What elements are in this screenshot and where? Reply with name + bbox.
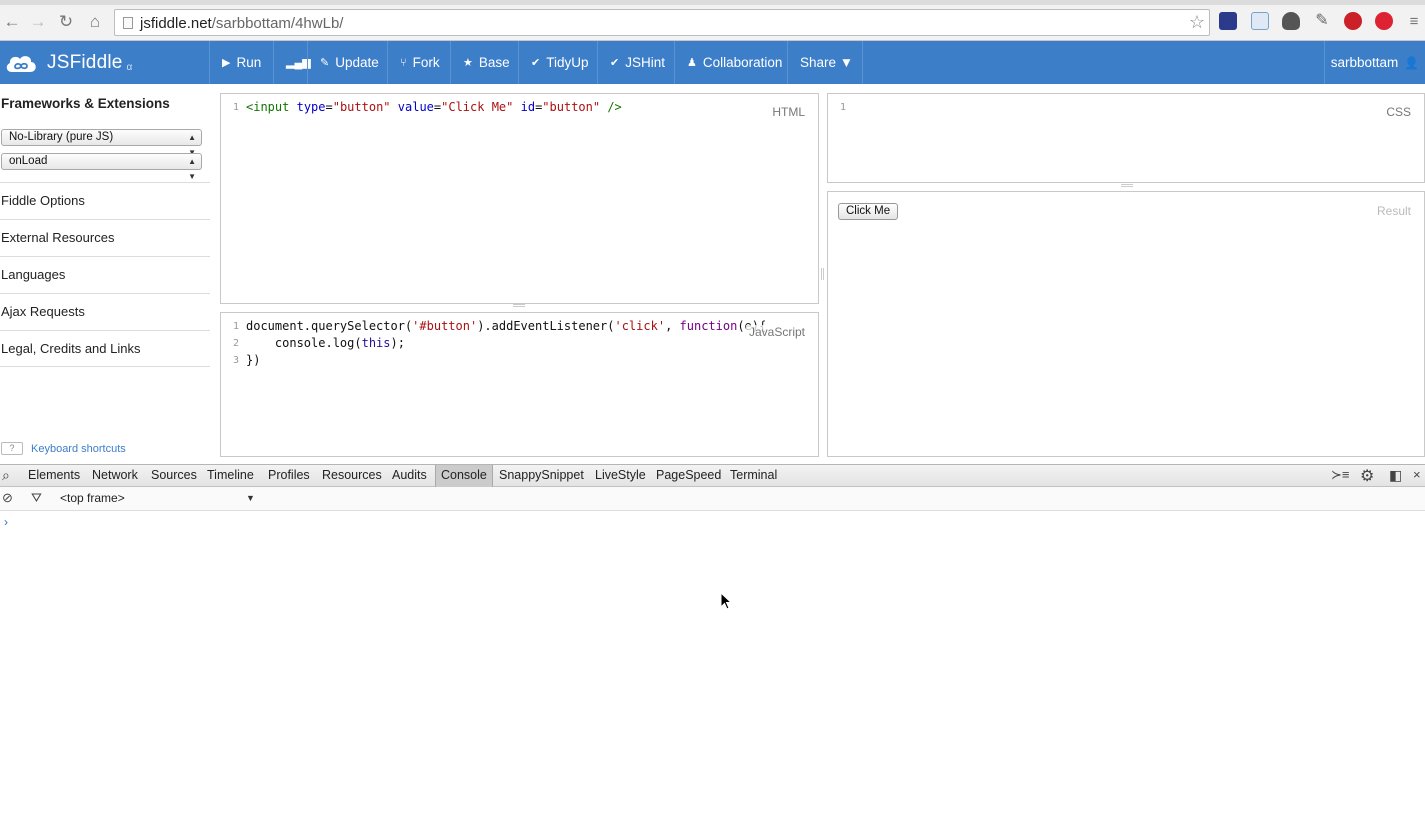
address-bar[interactable]: jsfiddle.net/sarbbottam/4hwLb/ ☆ [114,9,1210,36]
user-menu[interactable]: sarbbottam 👤 [1324,41,1425,84]
tab-snappysnippet[interactable]: SnappySnippet [494,465,589,487]
jshint-button[interactable]: ✔ JSHint [597,41,674,84]
console-prompt[interactable]: › [4,515,8,529]
page-icon [123,17,133,29]
people-icon: ♟ [687,57,697,69]
clear-console-icon[interactable]: ⊘ [2,490,13,506]
result-panel-label: Result [1376,204,1411,218]
tab-strip [0,0,1425,5]
browser-toolbar: ← → ↻ ⌂ jsfiddle.net/sarbbottam/4hwLb/ ☆… [0,0,1425,41]
keyboard-shortcuts-link[interactable]: ? Keyboard shortcuts [1,442,126,455]
url-text: jsfiddle.net/sarbbottam/4hwLb/ [140,15,344,32]
click-me-button[interactable]: Click Me [838,203,899,220]
html-code[interactable]: 1 <input type="button" value="Click Me" i… [221,99,622,116]
resize-handle[interactable] [513,304,525,307]
sidebar-item-fiddle-options[interactable]: Fiddle Options [0,182,210,219]
result-panel: Click Me Result [827,191,1425,457]
tab-profiles[interactable]: Profiles [263,465,315,487]
extension-icon[interactable] [1219,12,1237,30]
fork-button[interactable]: ⑂ Fork [387,41,450,84]
question-icon: ? [1,442,23,455]
brand-name: JSFiddle [47,52,123,73]
user-icon: 👤 [1404,55,1420,70]
tab-audits[interactable]: Audits [387,465,432,487]
js-editor[interactable]: 1 document.querySelector('#button').addEv… [220,312,819,457]
tidyup-button[interactable]: ✔ TidyUp [518,41,597,84]
forward-icon[interactable]: → [28,12,48,32]
close-icon[interactable]: × [1413,467,1421,482]
html-editor[interactable]: 1 <input type="button" value="Click Me" i… [220,93,819,307]
filter-icon[interactable]: ⛛ [31,490,42,506]
cloud-icon [4,52,38,74]
css-panel-label: CSS [1386,105,1411,119]
menu-icon[interactable]: ≡ [1404,12,1424,32]
share-button[interactable]: Share ▼ [787,41,863,84]
js-panel-label: JavaScript [745,325,805,339]
js-code[interactable]: 1 document.querySelector('#button').addEv… [221,318,766,369]
tab-livestyle[interactable]: LiveStyle [590,465,651,487]
load-type-select[interactable]: onLoad ▲ ▼ [1,153,202,181]
tab-network[interactable]: Network [87,465,143,487]
html-panel-label: HTML [772,105,805,119]
tab-sources[interactable]: Sources [146,465,202,487]
tab-elements[interactable]: Elements [23,465,85,487]
sidebar-item-external-resources[interactable]: External Resources [0,219,210,256]
base-button[interactable]: ★ Base [450,41,518,84]
extension-window-icon[interactable] [1251,12,1269,30]
wrench-icon[interactable]: ✎ [1313,12,1331,30]
sidebar-item-legal[interactable]: Legal, Credits and Links [0,330,210,367]
tab-timeline[interactable]: Timeline [202,465,259,487]
jsfiddle-header: JSFiddle α ▶ Run ▂▄▆ ✎ Update ⑂ Fork ★ Base … [0,41,1425,84]
css-code[interactable]: 1 [828,99,853,116]
sidebar: Frameworks & Extensions No-Library (pure… [0,84,210,464]
pocket-icon[interactable] [1282,12,1300,30]
tab-terminal[interactable]: Terminal [725,465,782,487]
gear-icon[interactable]: ⚙ [1360,466,1374,486]
jsfiddle-logo[interactable]: JSFiddle α [4,50,132,76]
sidebar-title: Frameworks & Extensions [1,96,170,111]
check-icon: ✔ [610,57,620,69]
check-icon: ✔ [531,57,541,69]
adblock-icon[interactable] [1375,12,1393,30]
beta-badge: α [126,61,133,73]
fork-icon: ⑂ [400,56,407,69]
username: sarbbottam [1330,55,1399,70]
sidebar-item-languages[interactable]: Languages [0,256,210,293]
run-button[interactable]: ▶ Run [209,41,273,84]
search-icon[interactable]: ⌕ [2,467,10,484]
stats-button[interactable]: ▂▄▆ [273,41,311,84]
devtools-tab-bar: ⌕ Elements Network Sources Timeline Prof… [0,465,1425,487]
resize-handle[interactable] [1121,184,1133,187]
frame-select[interactable]: <top frame> [60,491,125,505]
console-toolbar: ⊘ ⛛ <top frame> ▼ [0,487,1425,511]
reload-icon[interactable]: ↻ [56,12,76,32]
chevron-down-icon[interactable]: ▼ [246,493,255,503]
sidebar-item-ajax-requests[interactable]: Ajax Requests [0,293,210,330]
back-icon[interactable]: ← [2,12,22,32]
update-button[interactable]: ✎ Update [307,41,387,84]
tab-pagespeed[interactable]: PageSpeed [651,465,726,487]
play-icon: ▶ [222,57,231,69]
vertical-resize-handle[interactable] [821,268,824,280]
home-icon[interactable]: ⌂ [85,12,105,32]
library-select[interactable]: No-Library (pure JS)▲▼ [1,129,202,157]
pinterest-icon[interactable] [1344,12,1362,30]
star-icon: ★ [463,57,473,69]
pencil-icon: ✎ [320,57,330,69]
drawer-toggle-icon[interactable]: ≻≡ [1331,467,1349,483]
collaboration-button[interactable]: ♟ Collaboration [674,41,787,84]
tab-resources[interactable]: Resources [317,465,387,487]
tab-console[interactable]: Console [435,465,493,487]
devtools: ⌕ Elements Network Sources Timeline Prof… [0,464,1425,815]
select-arrow-icon: ▲▼ [188,157,196,181]
css-editor[interactable]: 1 CSS [827,93,1425,187]
dock-icon[interactable]: ◧ [1389,467,1402,484]
bookmark-star-icon[interactable]: ☆ [1189,12,1205,33]
